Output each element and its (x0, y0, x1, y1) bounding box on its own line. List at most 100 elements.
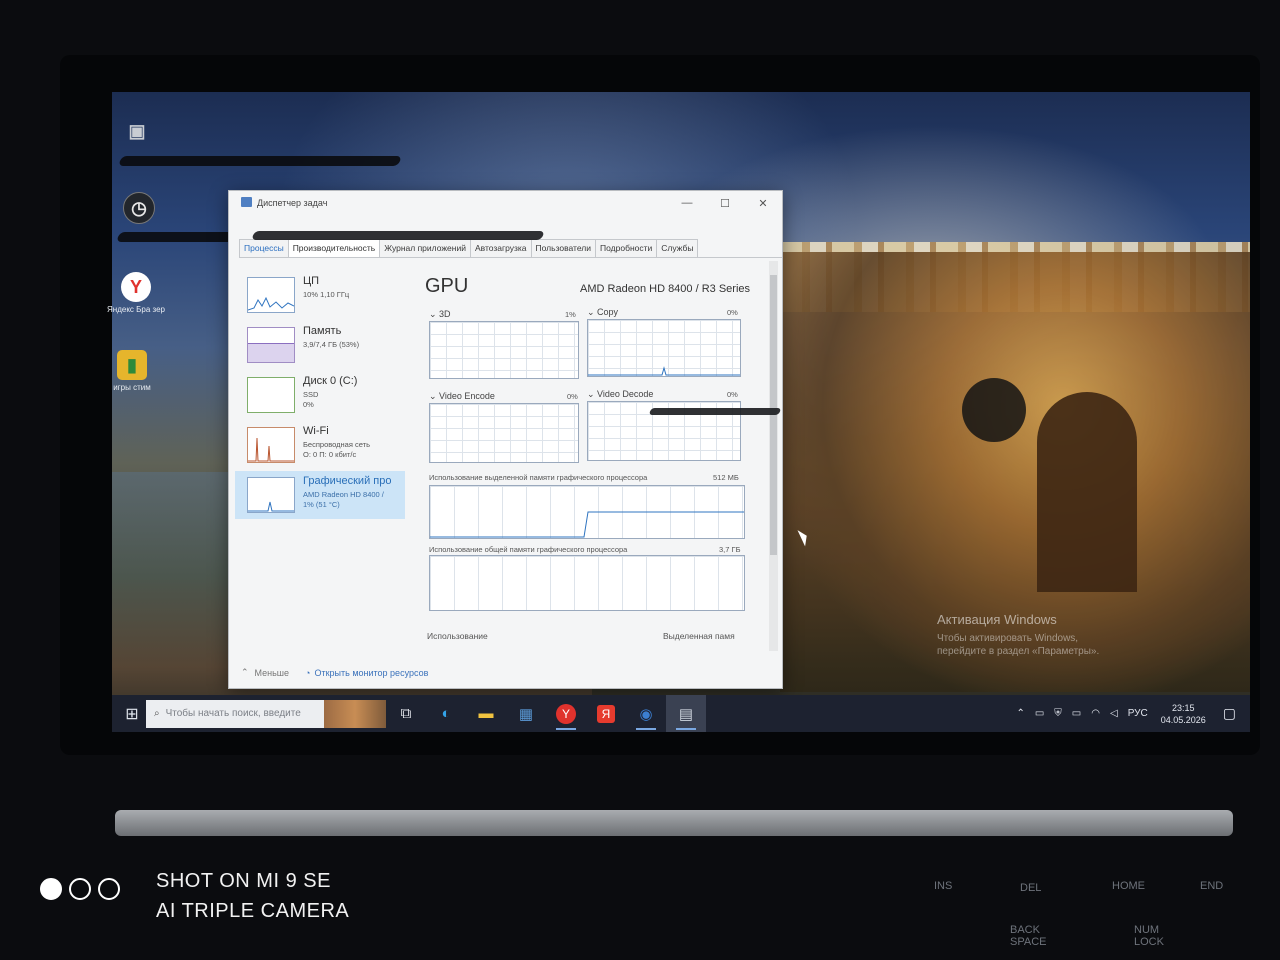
wifi-icon[interactable]: ◠ (1091, 708, 1100, 719)
camera-dots-icon (40, 878, 127, 900)
tab-details[interactable]: Подробности (595, 239, 658, 257)
resource-item-cpu[interactable]: ЦП 10% 1,10 ГГц (235, 271, 405, 319)
tab-performance[interactable]: Производительность (287, 239, 381, 257)
resource-item-gpu[interactable]: Графический про AMD Radeon HD 8400 /1% (… (235, 471, 405, 519)
task-manager-taskbar-button[interactable]: ▤ (666, 695, 706, 732)
scrollbar-thumb[interactable] (770, 275, 777, 555)
edge-button[interactable]: ◐ (426, 695, 466, 732)
tab-app-history[interactable]: Журнал приложений (379, 239, 471, 257)
redaction-scribble (118, 156, 402, 166)
window-footer: ⌃ Меньше ◔ Открыть монитор ресурсов (241, 667, 428, 678)
window-title: Диспетчер задач (257, 198, 328, 208)
store-button[interactable]: ▦ (506, 695, 546, 732)
minimize-button[interactable]: — (668, 191, 706, 215)
detail-scrollbar[interactable] (769, 261, 778, 651)
system-tray: ⌃ ▭ ⛨ ▭ ◠ ◁ РУС 23:15 04.05.2026 ▢ (1011, 695, 1250, 732)
task-manager-icon (241, 197, 252, 207)
engine-video-encode-selector[interactable]: ⌄ Video Encode (429, 391, 495, 402)
desktop-icon-games-folder[interactable]: ▮ игры стим (97, 350, 167, 393)
search-icon: ⌕ (154, 708, 160, 719)
steam-button[interactable]: ◉ (626, 695, 666, 732)
redaction-scribble (251, 231, 545, 240)
resource-detail: Беспроводная сеть О: 0 П: 0 кбит/с (303, 440, 371, 459)
maximize-button[interactable]: ☐ (706, 191, 744, 215)
task-manager-window[interactable]: Диспетчер задач — ☐ ✕ Процессы Производи… (228, 190, 783, 689)
resource-item-disk[interactable]: Диск 0 (C:) SSD 0% (235, 371, 405, 419)
yandex-browser-button[interactable]: Y (546, 695, 586, 732)
engine-copy-graph (587, 319, 741, 377)
file-explorer-button[interactable]: ▬ (466, 695, 506, 732)
tab-processes[interactable]: Процессы (239, 239, 289, 257)
battery-icon[interactable]: ▭ (1072, 708, 1081, 719)
desktop-icon-recycle-bin[interactable]: ▣ (102, 116, 172, 149)
redaction-scribble (648, 408, 782, 415)
resource-detail: 10% 1,10 ГГц (303, 290, 350, 299)
key-del: DEL (1020, 882, 1042, 894)
key-ins: INS (934, 880, 953, 892)
desktop-icon-label: игры стим (113, 383, 151, 392)
tab-bar: Процессы Производительность Журнал прило… (239, 239, 782, 258)
title-bar[interactable]: Диспетчер задач — ☐ ✕ (229, 191, 782, 215)
clock-icon: ◷ (123, 192, 155, 224)
desktop-icon-clock-app[interactable]: ◷ (104, 192, 174, 227)
resource-detail: 3,9/7,4 ГБ (53%) (303, 340, 360, 349)
screen-blemish (962, 378, 1026, 442)
dedicated-memory-graph (429, 485, 745, 539)
task-view-button[interactable]: ⧉ (386, 695, 426, 732)
yandex-browser-icon: Y (556, 703, 576, 724)
engine-3d-value: 1% (565, 310, 576, 319)
tab-services[interactable]: Службы (656, 239, 699, 257)
resource-name: Wi-Fi (303, 425, 329, 437)
desktop-icon-yandex-browser[interactable]: Y Яндекс Бра зер (101, 272, 171, 315)
clock-date: 04.05.2026 (1160, 714, 1206, 725)
search-highlight-image (324, 699, 386, 728)
windows-activation-title: Активация Windows (937, 612, 1057, 627)
windows-activation-text: Чтобы активировать Windows, перейдите в … (937, 633, 1100, 657)
watermark-text: SHOT ON MI 9 SE AI TRIPLE CAMERA (156, 870, 350, 922)
desktop-icon-label: Яндекс Бра зер (107, 305, 165, 314)
engine-copy-value: 0% (727, 308, 738, 317)
shared-memory-value: 3,7 ГБ (719, 545, 741, 554)
chevron-up-icon: ⌃ (241, 667, 249, 677)
notifications-icon[interactable]: ▢ (1223, 705, 1236, 722)
yandex-button[interactable]: Я (586, 695, 626, 732)
engine-video-encode-value: 0% (567, 392, 578, 401)
resource-item-wifi[interactable]: Wi-Fi Беспроводная сеть О: 0 П: 0 кбит/с (235, 421, 405, 469)
laptop-hinge (115, 810, 1233, 836)
wifi-thumbnail-graph (247, 427, 295, 463)
open-resource-monitor-link[interactable]: Открыть монитор ресурсов (314, 668, 428, 678)
close-button[interactable]: ✕ (744, 191, 782, 215)
engine-3d-selector[interactable]: ⌄ 3D (429, 309, 451, 320)
gpu-detail-panel: GPU AMD Radeon HD 8400 / R3 Series ⌄ 3D … (425, 275, 750, 655)
resource-name: ЦП (303, 275, 320, 287)
search-box[interactable]: ⌕ Чтобы начать поиск, введите (146, 699, 386, 728)
shared-memory-label: Использование общей памяти графического … (429, 545, 628, 554)
engine-video-decode-selector[interactable]: ⌄ Video Decode (587, 389, 653, 400)
chevron-up-icon[interactable]: ⌃ (1016, 708, 1024, 719)
engine-copy-selector[interactable]: ⌄ Copy (587, 307, 618, 318)
edge-icon: ◐ (441, 705, 451, 722)
resource-item-memory[interactable]: Память 3,9/7,4 ГБ (53%) (235, 321, 405, 369)
tab-startup[interactable]: Автозагрузка (469, 239, 532, 257)
fewer-details-link[interactable]: Меньше (255, 668, 290, 678)
taskbar: ⊞ ⌕ Чтобы начать поиск, введите ⧉ ◐ ▬ ▦ … (112, 695, 1250, 732)
tab-users[interactable]: Пользователи (530, 239, 597, 257)
disk-thumbnail-graph (247, 377, 295, 413)
shared-memory-graph (429, 555, 745, 611)
volume-icon[interactable]: ◁ (1110, 708, 1118, 719)
folder-icon: ▮ (117, 350, 147, 380)
engine-video-encode-graph (429, 403, 579, 463)
resource-monitor-icon: ◔ (305, 667, 311, 678)
engine-video-decode-value: 0% (727, 390, 738, 399)
resource-name: Графический про (303, 475, 392, 487)
search-placeholder: Чтобы начать поиск, введите (165, 708, 301, 719)
yandex-icon: Я (597, 704, 615, 723)
resource-detail: SSD 0% (303, 390, 319, 409)
language-indicator[interactable]: РУС (1128, 708, 1148, 719)
clock[interactable]: 23:15 04.05.2026 (1161, 702, 1206, 726)
dedicated-memory-caption: Выделенная памя (663, 631, 735, 641)
tablet-icon[interactable]: ▭ (1035, 708, 1044, 719)
security-icon[interactable]: ⛨ (1054, 708, 1062, 719)
usage-caption: Использование (427, 631, 488, 641)
gpu-thumbnail-graph (247, 477, 295, 513)
